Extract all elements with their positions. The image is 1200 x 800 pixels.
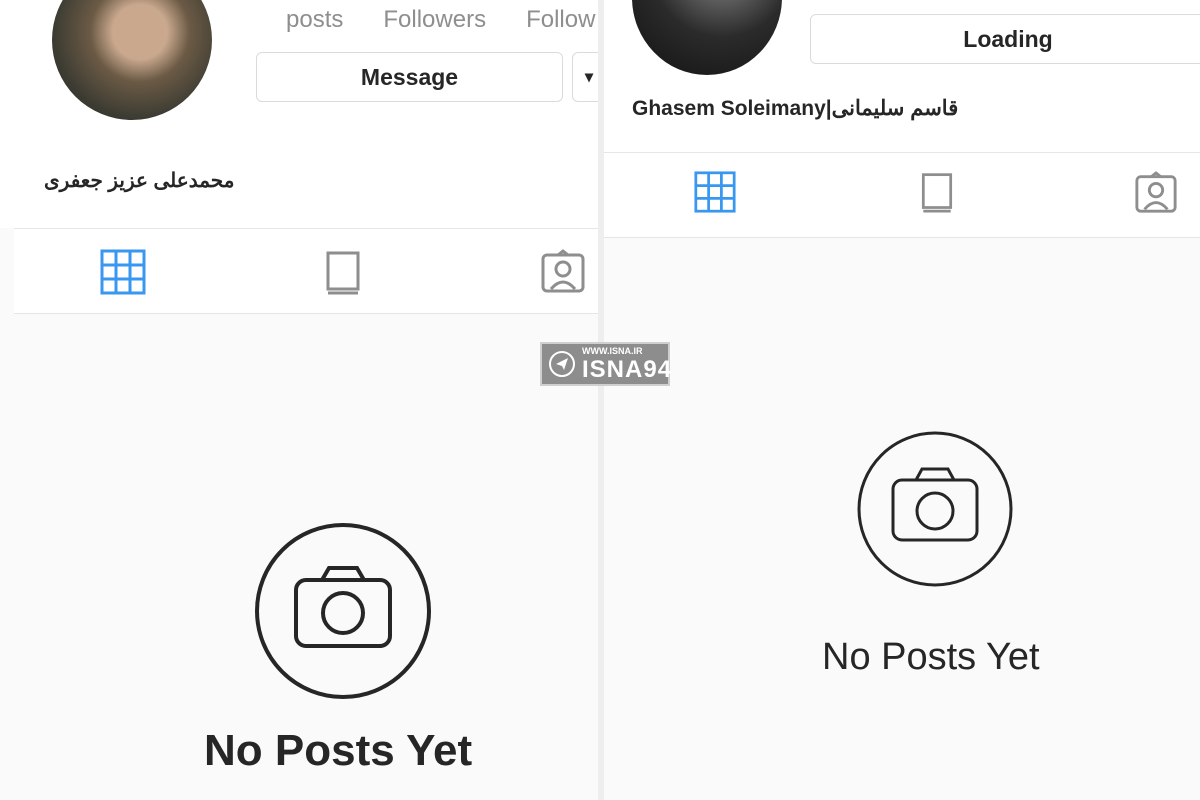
- grid-tab[interactable]: [100, 249, 146, 295]
- profile-tabs: [14, 228, 598, 314]
- profile-display-name: محمدعلی عزیز جعفری: [44, 170, 235, 192]
- isna-logo-icon: [549, 351, 575, 377]
- profile-header: posts Followers Follow Message ▾ محمدعلی…: [0, 0, 598, 228]
- igtv-icon: [326, 251, 360, 295]
- igtv-icon: [921, 173, 953, 213]
- profile-header: Loading Ghasem Soleimany|قاسم سلیمانی: [604, 0, 1200, 152]
- followers-count-label[interactable]: Followers: [383, 6, 486, 34]
- grid-tab[interactable]: [694, 171, 736, 213]
- more-options-button[interactable]: ▾: [572, 52, 598, 102]
- empty-posts-area: No Posts Yet: [14, 314, 598, 800]
- no-posts-text: No Posts Yet: [204, 726, 473, 775]
- watermark-logo-text: ISNA94: [582, 356, 673, 383]
- following-count-label[interactable]: Follow: [526, 6, 595, 34]
- loading-button[interactable]: Loading: [810, 14, 1200, 64]
- profile-avatar[interactable]: [52, 0, 212, 120]
- right-profile-panel: Loading Ghasem Soleimany|قاسم سلیمانی No…: [604, 0, 1200, 800]
- profile-avatar[interactable]: [632, 0, 782, 75]
- empty-posts-area: No Posts Yet: [604, 238, 1200, 800]
- posts-count-label[interactable]: posts: [286, 6, 343, 34]
- no-posts-text: No Posts Yet: [822, 636, 1040, 678]
- profile-stats: posts Followers Follow: [286, 6, 595, 34]
- tagged-tab[interactable]: [1134, 171, 1178, 215]
- tagged-icon: [1135, 171, 1177, 213]
- camera-icon: [255, 523, 431, 699]
- camera-icon: [857, 431, 1013, 587]
- isna-watermark: WWW.ISNA.IR ISNA94: [540, 342, 673, 386]
- profile-tabs: [604, 152, 1200, 238]
- message-button[interactable]: Message: [256, 52, 563, 102]
- camera-circle: [856, 430, 1014, 588]
- left-profile-panel: posts Followers Follow Message ▾ محمدعلی…: [0, 0, 598, 800]
- igtv-tab[interactable]: [916, 171, 958, 213]
- tagged-icon: [541, 249, 585, 293]
- igtv-tab[interactable]: [320, 249, 366, 295]
- grid-icon: [100, 249, 146, 295]
- profile-display-name: Ghasem Soleimany|قاسم سلیمانی: [632, 97, 959, 120]
- camera-circle: [254, 522, 432, 700]
- watermark-url: WWW.ISNA.IR: [582, 346, 643, 356]
- grid-icon: [694, 171, 736, 213]
- tagged-tab[interactable]: [540, 249, 586, 295]
